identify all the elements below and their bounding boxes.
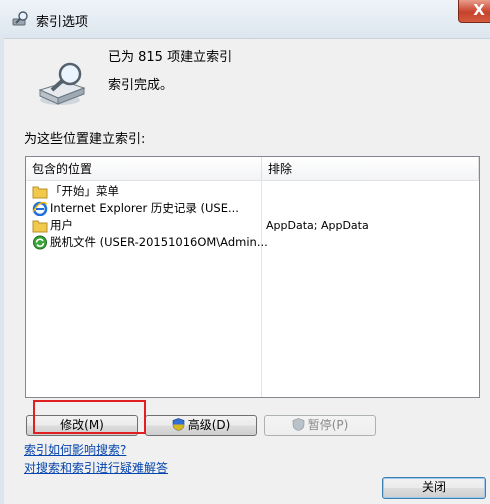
pause-button[interactable]: 暂停(P) bbox=[264, 415, 376, 436]
location-name: 脱机文件 (USER-20151016OM\Admin... bbox=[50, 235, 268, 249]
window-title: 索引选项 bbox=[36, 15, 89, 30]
folder-icon bbox=[32, 186, 48, 199]
table-row[interactable]: 「开始」菜单 bbox=[26, 183, 479, 200]
sync-center-icon bbox=[33, 235, 47, 250]
pause-button-label: 暂停(P) bbox=[307, 418, 349, 432]
section-label: 为这些位置建立索引: bbox=[24, 132, 146, 147]
window-frame-edge bbox=[0, 38, 4, 504]
troubleshoot-search-link[interactable]: 对搜索和索引进行疑难解答 bbox=[24, 459, 168, 476]
advanced-button[interactable]: 高级(D) bbox=[145, 415, 257, 436]
column-header-excluded[interactable]: 排除 bbox=[262, 157, 479, 181]
indexing-options-icon bbox=[12, 11, 28, 26]
location-name: 用户 bbox=[50, 218, 73, 232]
close-button-label: 关闭 bbox=[421, 480, 446, 494]
location-name: Internet Explorer 历史记录 (USE... bbox=[50, 201, 239, 215]
table-row[interactable]: 脱机文件 (USER-20151016OM\Admin... bbox=[26, 234, 479, 251]
close-button[interactable]: 关闭 bbox=[382, 477, 486, 499]
index-status-text: 索引完成。 bbox=[108, 78, 174, 93]
table-row[interactable]: Internet Explorer 历史记录 (USE... bbox=[26, 200, 479, 217]
ie-icon bbox=[32, 201, 48, 216]
indexed-locations-list[interactable]: 包含的位置 排除 「开始」菜单 Internet Explorer 历史记录 (… bbox=[25, 156, 480, 398]
close-window-button[interactable]: X bbox=[458, 0, 490, 23]
table-row[interactable]: 用户 AppData; AppData bbox=[26, 217, 479, 234]
search-drive-icon bbox=[38, 62, 86, 105]
shield-icon bbox=[292, 418, 304, 431]
how-index-affects-search-link[interactable]: 索引如何影响搜索? bbox=[24, 441, 126, 458]
shield-icon bbox=[172, 418, 184, 431]
indexed-count-text: 已为 815 项建立索引 bbox=[108, 50, 233, 65]
exclude-value: AppData; AppData bbox=[266, 219, 369, 232]
location-name: 「开始」菜单 bbox=[50, 184, 119, 198]
highlight-box bbox=[33, 400, 146, 434]
folder-icon bbox=[32, 220, 48, 233]
column-header-included[interactable]: 包含的位置 bbox=[26, 157, 262, 181]
title-bar: 索引选项 X bbox=[0, 0, 490, 39]
advanced-button-label: 高级(D) bbox=[187, 418, 231, 432]
